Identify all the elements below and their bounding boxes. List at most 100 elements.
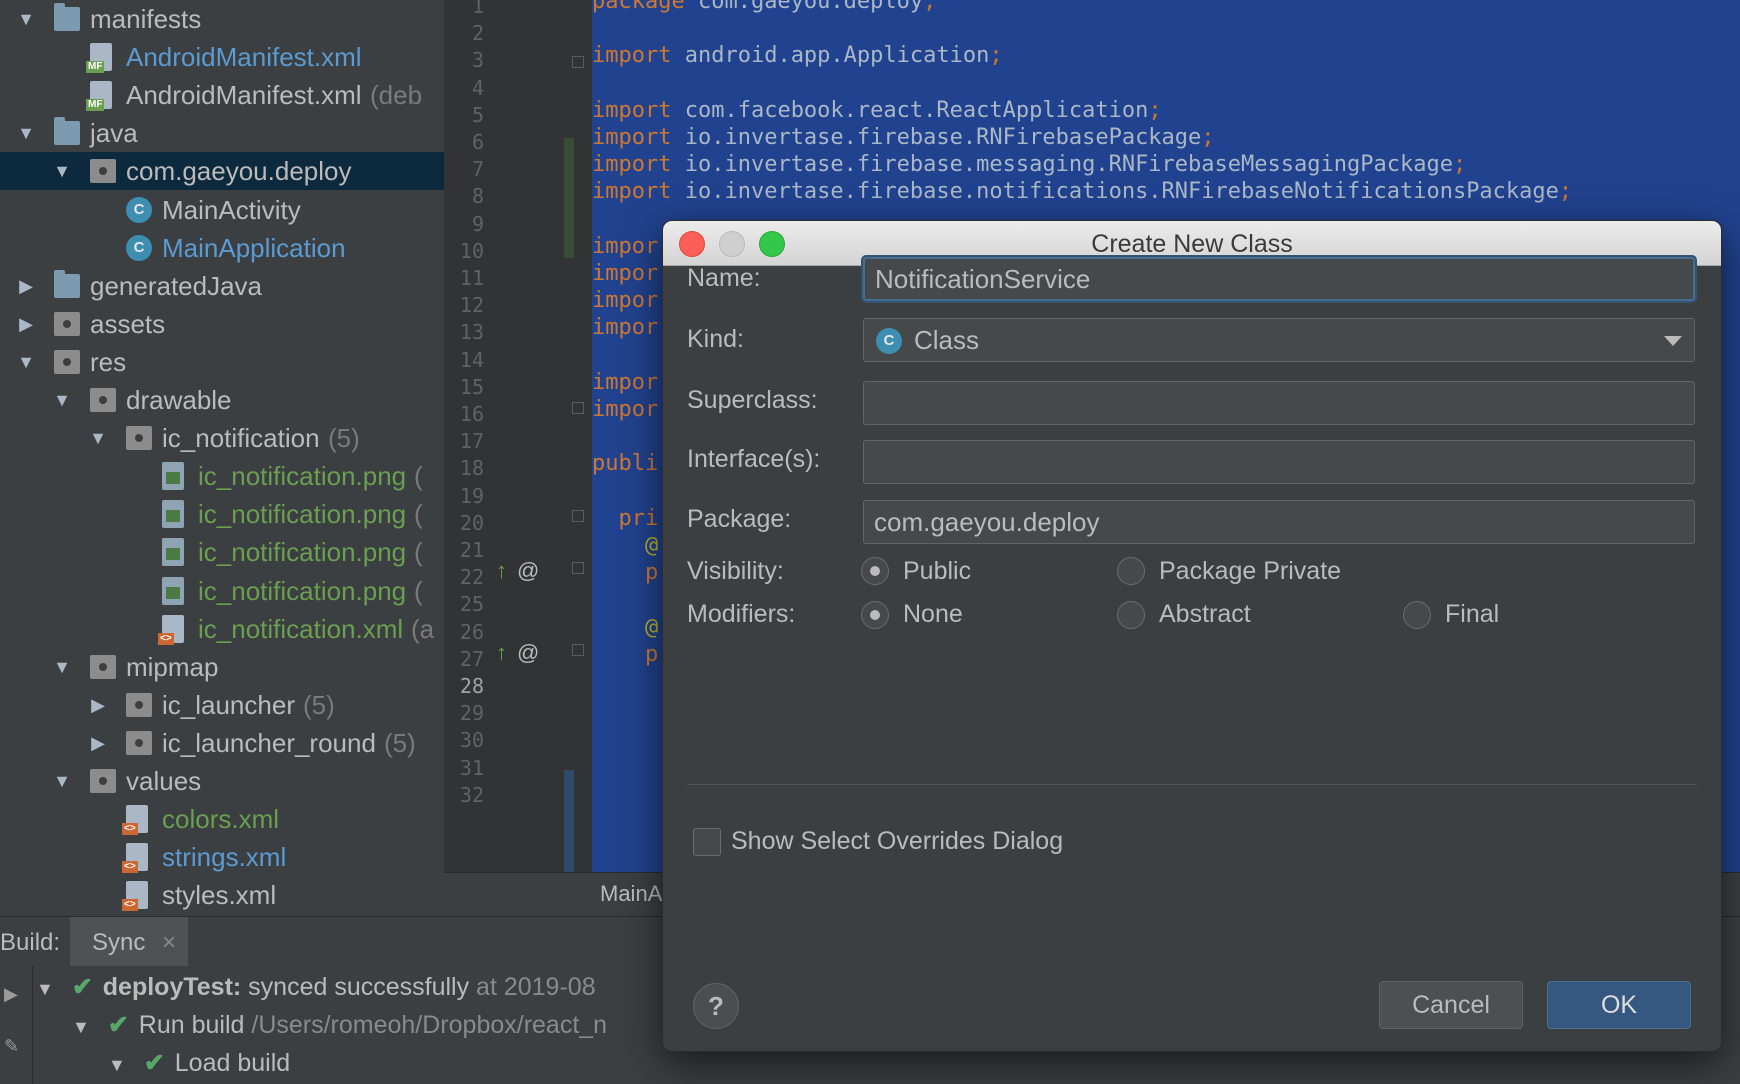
chevron-right-icon[interactable]: ▶ bbox=[88, 686, 108, 724]
modifier-abstract-label[interactable]: Abstract bbox=[1159, 600, 1251, 629]
show-overrides-label[interactable]: Show Select Overrides Dialog bbox=[731, 827, 1063, 856]
build-row[interactable]: ▼ ✔ deployTest: synced successfully at 201… bbox=[36, 968, 596, 1006]
modifier-abstract-radio[interactable] bbox=[1117, 601, 1145, 629]
chevron-down-icon[interactable]: ▼ bbox=[36, 979, 54, 999]
tree-item[interactable]: ▶ ic_launcher_round (5) bbox=[0, 724, 444, 762]
code-text: com.facebook.react.ReactApplication bbox=[671, 97, 1149, 123]
line-number: 6 bbox=[471, 130, 484, 154]
tree-item-label: java bbox=[90, 118, 138, 149]
build-row-text: synced successfully bbox=[241, 973, 470, 1001]
chevron-down-icon[interactable]: ▼ bbox=[72, 1017, 90, 1037]
build-row-detail: at 2019-08 bbox=[469, 973, 596, 1001]
fold-icon[interactable] bbox=[572, 402, 584, 414]
tree-item[interactable]: ic_notification.png( bbox=[0, 572, 444, 610]
line-number: 18 bbox=[459, 456, 484, 481]
chevron-down-icon[interactable]: ▼ bbox=[52, 381, 72, 419]
chevron-down-icon[interactable]: ▼ bbox=[16, 114, 36, 152]
modifier-none-radio[interactable] bbox=[861, 601, 889, 629]
kind-select[interactable]: C Class bbox=[863, 318, 1695, 362]
chevron-down-icon[interactable]: ▼ bbox=[16, 343, 36, 381]
chevron-down-icon[interactable]: ▼ bbox=[52, 152, 72, 190]
build-row[interactable]: ▼ ✔ Load build bbox=[108, 1044, 290, 1082]
tree-item[interactable]: ▼ res bbox=[0, 343, 444, 381]
line-number: 28 bbox=[459, 674, 484, 698]
pin-icon[interactable]: ✎ bbox=[4, 1036, 19, 1057]
visibility-package-private-radio[interactable] bbox=[1117, 557, 1145, 585]
modifier-final-label[interactable]: Final bbox=[1445, 600, 1499, 629]
tree-item[interactable]: strings.xml bbox=[0, 838, 444, 876]
create-new-class-dialog: Create New Class Name: Kind: C Class Sup… bbox=[662, 220, 1722, 1052]
chevron-right-icon[interactable]: ▶ bbox=[16, 305, 36, 343]
tree-item[interactable]: ic_notification.png( bbox=[0, 495, 444, 533]
tree-item[interactable]: ▼ java bbox=[0, 114, 444, 152]
modifier-final-radio[interactable] bbox=[1403, 601, 1431, 629]
code-line: impor bbox=[592, 233, 658, 261]
modifier-none-label[interactable]: None bbox=[903, 600, 963, 629]
fold-icon[interactable] bbox=[572, 56, 584, 68]
tree-item[interactable]: ▼ mipmap bbox=[0, 648, 444, 686]
tree-item[interactable]: ▶ ic_launcher (5) bbox=[0, 686, 444, 724]
build-row[interactable]: ▼ ✔ Run build /Users/romeoh/Dropbox/react_… bbox=[72, 1006, 607, 1044]
editor-tab-mainapplication[interactable]: MainA bbox=[600, 881, 662, 907]
ok-button[interactable]: OK bbox=[1547, 981, 1691, 1029]
fold-icon[interactable] bbox=[572, 644, 584, 656]
tree-item[interactable]: AndroidManifest.xml (deb bbox=[0, 76, 444, 114]
line-number: 16 bbox=[459, 402, 484, 426]
code-keyword: import bbox=[592, 152, 672, 178]
tree-item[interactable]: ic_notification.xml(a bbox=[0, 610, 444, 648]
line-number: 30 bbox=[459, 728, 484, 753]
run-icon[interactable]: ▶ bbox=[4, 984, 18, 1005]
code-semicolon: ; bbox=[989, 43, 1003, 69]
visibility-public-label[interactable]: Public bbox=[903, 557, 971, 586]
chevron-down-icon[interactable]: ▼ bbox=[16, 0, 36, 38]
vcs-change-marker[interactable] bbox=[564, 770, 574, 872]
chevron-right-icon[interactable]: ▶ bbox=[88, 724, 108, 762]
tree-item[interactable]: C MainApplication bbox=[0, 229, 444, 267]
overrides-method-icon[interactable]: ↑ bbox=[496, 558, 507, 583]
package-input[interactable]: com.gaeyou.deploy bbox=[863, 500, 1695, 544]
class-icon: C bbox=[126, 234, 152, 261]
cancel-button[interactable]: Cancel bbox=[1379, 981, 1523, 1029]
chevron-down-icon[interactable]: ▼ bbox=[88, 419, 108, 457]
expand-icon[interactable] bbox=[572, 562, 584, 574]
tree-item[interactable]: ▶ assets bbox=[0, 305, 444, 343]
tree-item[interactable]: styles.xml bbox=[0, 876, 444, 914]
tree-item[interactable]: ▶ generatedJava bbox=[0, 267, 444, 305]
show-overrides-checkbox[interactable] bbox=[693, 828, 721, 856]
code-keyword: impor bbox=[592, 369, 659, 395]
tree-item[interactable]: ic_notification.png( bbox=[0, 457, 444, 495]
tree-item[interactable]: ▼ ic_notification (5) bbox=[0, 419, 444, 457]
tree-item[interactable]: C MainActivity bbox=[0, 191, 444, 229]
check-icon: ✔ bbox=[143, 1049, 165, 1077]
code-keyword: p bbox=[592, 560, 659, 586]
package-icon bbox=[90, 654, 116, 679]
close-icon[interactable]: × bbox=[162, 929, 176, 957]
tab-sync[interactable]: Sync × bbox=[70, 917, 188, 967]
chevron-right-icon[interactable]: ▶ bbox=[16, 267, 36, 305]
code-line: impor bbox=[592, 396, 658, 424]
tree-item[interactable]: colors.xml bbox=[0, 800, 444, 838]
line-number: 31 bbox=[459, 755, 484, 780]
help-button[interactable]: ? bbox=[693, 983, 739, 1029]
tree-item[interactable]: ▼ manifests bbox=[0, 0, 444, 38]
chevron-down-icon[interactable]: ▼ bbox=[108, 1055, 126, 1075]
fold-icon[interactable] bbox=[572, 510, 584, 522]
overrides-method-icon[interactable]: ↑ bbox=[496, 640, 507, 665]
visibility-package-private-label[interactable]: Package Private bbox=[1159, 557, 1341, 586]
name-input[interactable] bbox=[863, 257, 1695, 301]
chevron-down-icon[interactable]: ▼ bbox=[52, 648, 72, 686]
tree-item[interactable]: AndroidManifest.xml bbox=[0, 38, 444, 76]
override-marker[interactable]: ↑ @ bbox=[496, 640, 539, 666]
tree-item[interactable]: ic_notification.png( bbox=[0, 533, 444, 571]
visibility-public-radio[interactable] bbox=[861, 557, 889, 585]
vcs-change-marker[interactable] bbox=[564, 138, 574, 258]
tree-item[interactable]: ▼ values bbox=[0, 762, 444, 800]
tree-item[interactable]: ▼ com.gaeyou.deploy bbox=[0, 152, 444, 191]
code-line: impor bbox=[592, 369, 658, 397]
override-marker[interactable]: ↑ @ bbox=[496, 558, 539, 584]
superclass-input[interactable] bbox=[863, 381, 1695, 425]
tree-item[interactable]: ▼ drawable bbox=[0, 381, 444, 419]
chevron-down-icon[interactable]: ▼ bbox=[52, 762, 72, 800]
build-label: Build: bbox=[0, 929, 61, 956]
interfaces-input[interactable] bbox=[863, 440, 1695, 484]
